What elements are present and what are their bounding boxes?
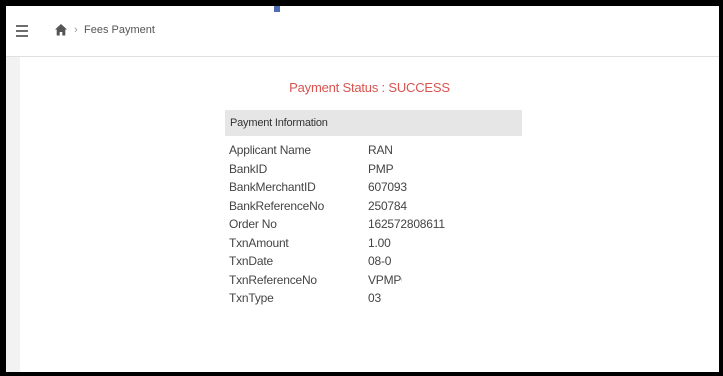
info-label: Order No [229, 217, 277, 231]
redaction-block [402, 140, 488, 158]
breadcrumb-current: Fees Payment [84, 24, 155, 36]
info-label: BankID [229, 161, 268, 176]
payment-info-title: Payment Information [230, 117, 328, 129]
home-icon[interactable] [54, 23, 68, 37]
redaction-block [402, 250, 524, 294]
app-window: › Fees Payment Payment Status : SUCCESS … [6, 6, 719, 372]
info-value: 607093 [368, 180, 407, 194]
info-row-bank-merchant-id: BankMerchantID 607093 [229, 178, 529, 197]
info-label: TxnAmount [229, 235, 289, 250]
payment-info-header: Payment Information [225, 110, 522, 136]
info-value: RAN [368, 143, 393, 157]
info-label: TxnReferenceNo [229, 272, 317, 287]
info-label: TxnType [229, 291, 274, 305]
top-bar: › Fees Payment [6, 6, 719, 57]
info-label: BankMerchantID [229, 180, 316, 194]
info-row-bank-id: BankID PMP [229, 160, 529, 179]
hamburger-icon[interactable] [16, 25, 28, 37]
info-value: 1.00 [368, 235, 391, 250]
info-row-order-no: Order No 162572808611 [229, 215, 529, 234]
info-value: 08-0 [368, 254, 392, 268]
top-marker [274, 6, 280, 12]
info-value: 162572808611 [368, 217, 445, 231]
info-value: 03 [368, 291, 381, 305]
payment-status: Payment Status : SUCCESS [20, 80, 719, 96]
info-value: PMP [368, 161, 394, 176]
info-row-bank-reference-no: BankReferenceNo 250784 [229, 197, 529, 216]
payment-status-text: Payment Status : SUCCESS [289, 80, 450, 95]
payment-panel: Payment Status : SUCCESS Payment Informa… [20, 57, 719, 372]
info-label: Applicant Name [229, 143, 311, 157]
breadcrumb-separator: › [74, 24, 78, 36]
info-label: TxnDate [229, 254, 273, 268]
info-label: BankReferenceNo [229, 198, 325, 213]
info-value: 250784 [368, 198, 407, 213]
